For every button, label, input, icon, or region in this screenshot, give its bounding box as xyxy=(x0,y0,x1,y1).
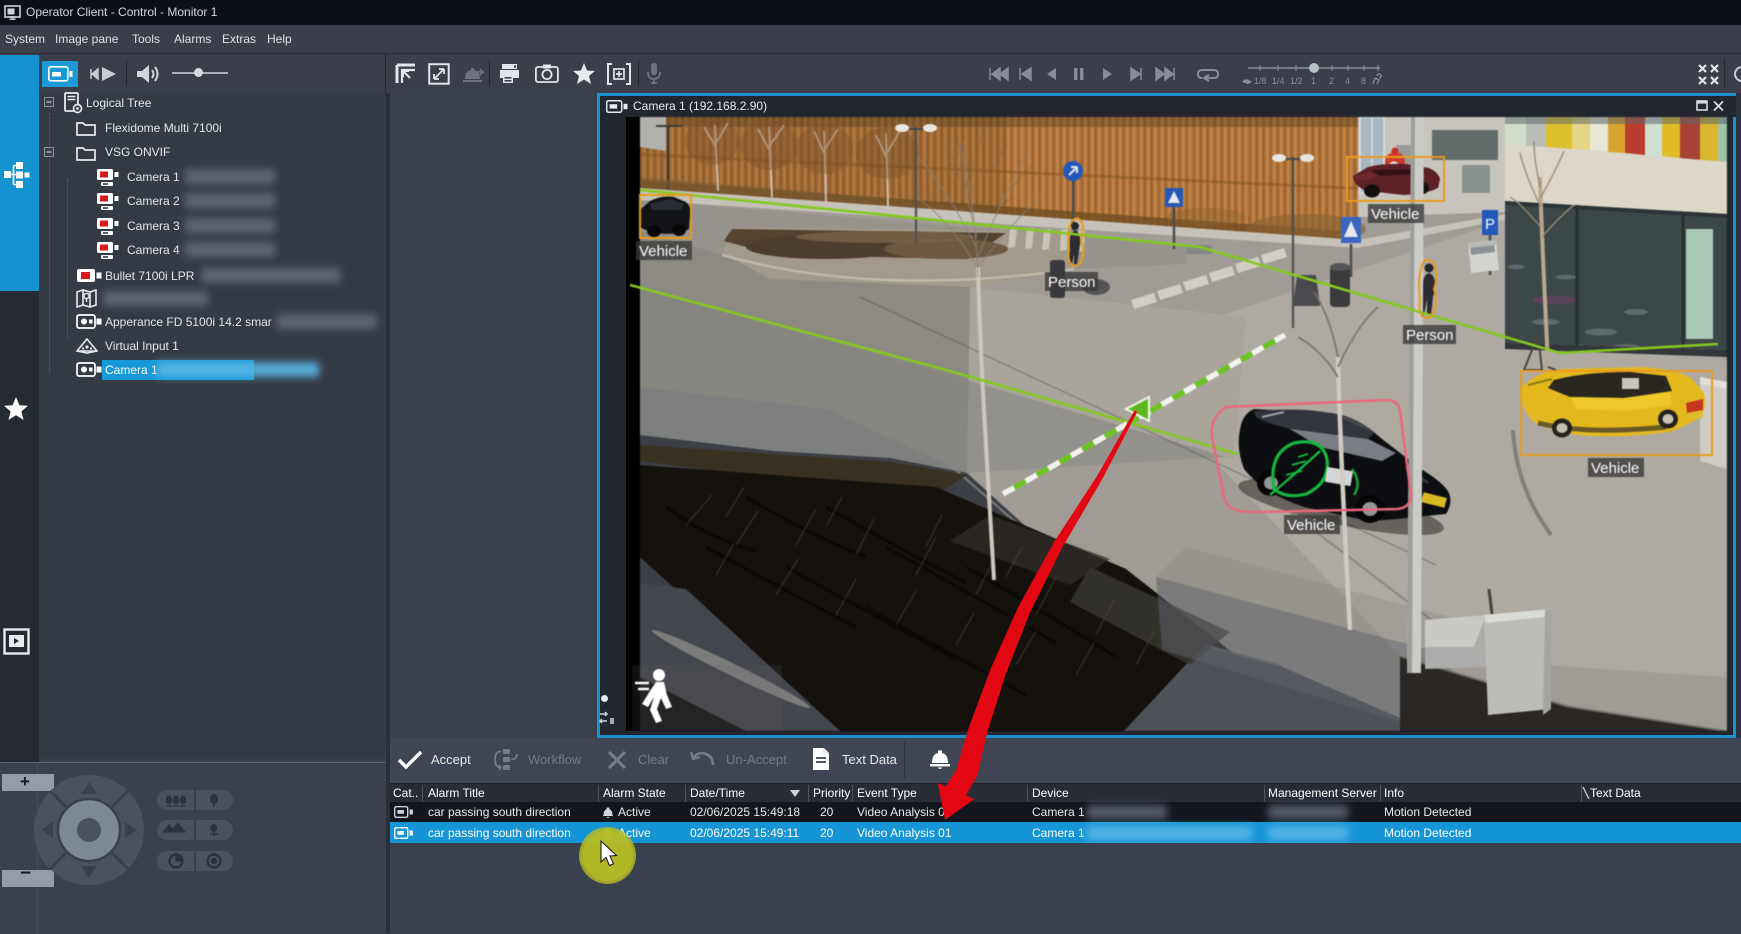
svg-text:P: P xyxy=(1485,216,1495,233)
svg-text:Vehicle: Vehicle xyxy=(1591,460,1639,477)
svg-text:1/4: 1/4 xyxy=(1272,76,1285,86)
svg-text:Person: Person xyxy=(1048,274,1096,291)
svg-text:Vehicle: Vehicle xyxy=(1287,517,1335,534)
svg-text:2: 2 xyxy=(1329,76,1334,86)
svg-text:4: 4 xyxy=(1345,76,1350,86)
svg-text:Person: Person xyxy=(1406,327,1454,344)
svg-text:1/2: 1/2 xyxy=(1290,76,1303,86)
svg-text:8: 8 xyxy=(1361,76,1366,86)
svg-text:Vehicle: Vehicle xyxy=(639,243,687,260)
svg-text:Vehicle: Vehicle xyxy=(1371,206,1419,223)
svg-text:1/8: 1/8 xyxy=(1254,76,1267,86)
svg-text:1: 1 xyxy=(1311,76,1316,86)
